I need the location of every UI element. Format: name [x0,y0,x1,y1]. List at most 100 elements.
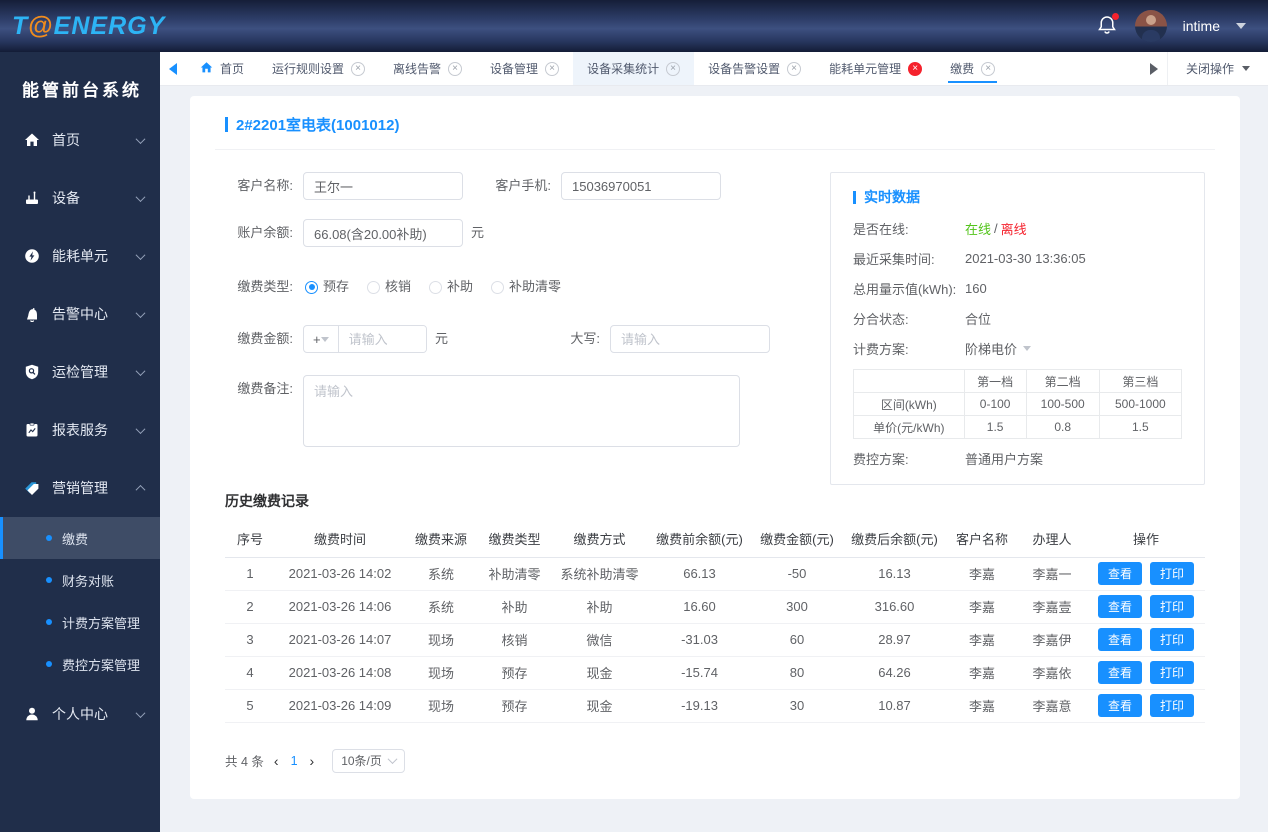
print-button[interactable]: 打印 [1150,661,1195,684]
history-table: 序号 缴费时间 缴费来源 缴费类型 缴费方式 缴费前余额(元) 缴费金额(元) 缴费后余额… [225,521,1205,723]
sidebar-subitem-billing-plan[interactable]: 计费方案管理 [0,601,160,643]
bullet-dot-icon [46,619,52,625]
view-button[interactable]: 查看 [1097,694,1142,717]
username: intime [1182,18,1220,34]
chevron-down-icon [135,133,146,144]
amount-sign-select[interactable]: + [304,326,339,352]
total-usage-label: 总用量示值(kWh): [853,282,957,297]
uppercase-input[interactable] [610,325,770,353]
pay-type-label: 缴费类型: [237,279,293,294]
tab-payment[interactable]: 缴费 × [936,52,1009,85]
sidebar-subitem-payment[interactable]: 缴费 [0,517,160,559]
tab-device-management[interactable]: 设备管理 × [476,52,573,85]
view-button[interactable]: 查看 [1097,562,1142,585]
avatar[interactable] [1134,10,1167,42]
tab-device-collection-stats[interactable]: 设备采集统计 × [573,52,695,85]
next-page-icon[interactable]: › [306,753,319,769]
total-usage-value: 160 [965,281,987,296]
page-size-select[interactable]: 10条/页 [332,748,405,773]
tab-close-icon[interactable]: × [351,61,366,76]
caret-down-icon [1023,346,1032,351]
view-button[interactable]: 查看 [1097,661,1142,684]
chevron-down-icon [135,249,146,260]
home-tab-icon [200,61,213,77]
prev-page-icon[interactable]: ‹ [270,753,283,769]
tab-close-red-icon[interactable]: × [908,61,923,76]
sidebar-subitem-fee-control-plan[interactable]: 费控方案管理 [0,643,160,685]
tab-close-icon[interactable]: × [448,61,463,76]
tab-close-icon[interactable]: × [545,61,560,76]
table-row: 4 2021-03-26 14:08 现场 预存 现金 -15.74 80 64.26 李嘉… [225,656,1205,690]
billing-plan-value[interactable]: 阶梯电价 [965,339,1032,358]
title-bar-accent [853,190,856,204]
radio-subsidy[interactable]: 补助 [429,273,473,301]
tab-close-icon[interactable]: × [981,61,996,76]
sidebar-item-energy-units[interactable]: 能耗单元 [0,227,160,285]
view-button[interactable]: 查看 [1097,595,1142,618]
sidebar-item-marketing[interactable]: 营销管理 [0,459,160,517]
chevron-down-icon [135,307,146,318]
table-row: 2 2021-03-26 14:06 系统 补助 补助 16.60 300 316.60 李… [225,590,1205,624]
offline-value: 离线 [1000,222,1027,237]
tab-close-icon[interactable]: × [787,61,802,76]
tabs-scroll-right-icon[interactable] [1141,52,1167,85]
print-button[interactable]: 打印 [1150,562,1195,585]
collect-time-value: 2021-03-30 13:36:05 [965,251,1086,266]
amount-compound-input: + [303,325,427,353]
bullet-dot-icon [46,661,52,667]
table-row: 3 2021-03-26 14:07 现场 核销 微信 -31.03 60 28.97 李嘉… [225,623,1205,657]
chevron-down-icon [135,423,146,434]
main-content: 2#2201室电表(1001012) 客户名称: 客户手机: 账户余额: 元 缴… [160,86,1268,832]
tab-home[interactable]: 首页 [186,52,258,85]
uppercase-label: 大写: [570,331,600,346]
tab-device-alarm-settings[interactable]: 设备告警设置 × [694,52,815,85]
user-menu-caret-icon[interactable] [1236,23,1246,29]
remark-textarea[interactable] [303,375,740,447]
close-operations-menu[interactable]: 关闭操作 [1166,52,1268,85]
amount-input[interactable] [338,326,426,352]
tab-energy-unit-management[interactable]: 能耗单元管理 × [815,52,936,85]
radio-circle-icon [491,280,505,294]
customer-name-input[interactable] [303,172,463,200]
sidebar-item-home[interactable]: 首页 [0,111,160,169]
tabs-scroll-left-icon[interactable] [160,52,186,85]
chevron-down-icon [135,191,146,202]
print-button[interactable]: 打印 [1150,694,1195,717]
sidebar-item-devices[interactable]: 设备 [0,169,160,227]
tab-run-rule-settings[interactable]: 运行规则设置 × [258,52,379,85]
sidebar-item-alarm-center[interactable]: 告警中心 [0,285,160,343]
balance-label: 账户余额: [237,225,293,240]
tab-offline-alarm[interactable]: 离线告警 × [379,52,476,85]
view-button[interactable]: 查看 [1097,628,1142,651]
print-button[interactable]: 打印 [1150,628,1195,651]
device-icon [24,190,40,206]
switch-state-label: 分合状态: [853,312,909,327]
radio-writeoff[interactable]: 核销 [367,273,411,301]
title-bar-accent [225,117,228,132]
page-number[interactable]: 1 [289,754,300,768]
radio-subsidy-clear[interactable]: 补助清零 [491,273,561,301]
history-title: 历史缴费记录 [225,493,309,509]
print-button[interactable]: 打印 [1150,595,1195,618]
system-title: 能管前台系统 [22,81,142,100]
home-icon [24,132,40,148]
shield-search-icon [24,364,40,380]
notification-dot [1111,13,1119,20]
report-chart-icon [24,422,40,438]
chevron-up-icon [135,484,146,495]
sidebar-item-personal-center[interactable]: 个人中心 [0,685,160,743]
sidebar-item-reports[interactable]: 报表服务 [0,401,160,459]
billing-plan-label: 计费方案: [853,342,909,357]
radio-prepay[interactable]: 预存 [305,273,349,301]
sidebar-subitem-finance-reconciliation[interactable]: 财务对账 [0,559,160,601]
sidebar-item-inspection[interactable]: 运检管理 [0,343,160,401]
app-logo: T@ENERGY [12,11,166,40]
tab-close-icon[interactable]: × [666,61,681,76]
balance-input[interactable] [303,219,463,247]
payment-card: 2#2201室电表(1001012) 客户名称: 客户手机: 账户余额: 元 缴… [190,96,1240,799]
logo-at-icon: @ [28,11,54,40]
customer-phone-label: 客户手机: [495,178,551,193]
fee-plan-value: 普通用户方案 [965,452,1044,467]
notification-bell-icon[interactable] [1097,13,1119,38]
customer-phone-input[interactable] [561,172,721,200]
